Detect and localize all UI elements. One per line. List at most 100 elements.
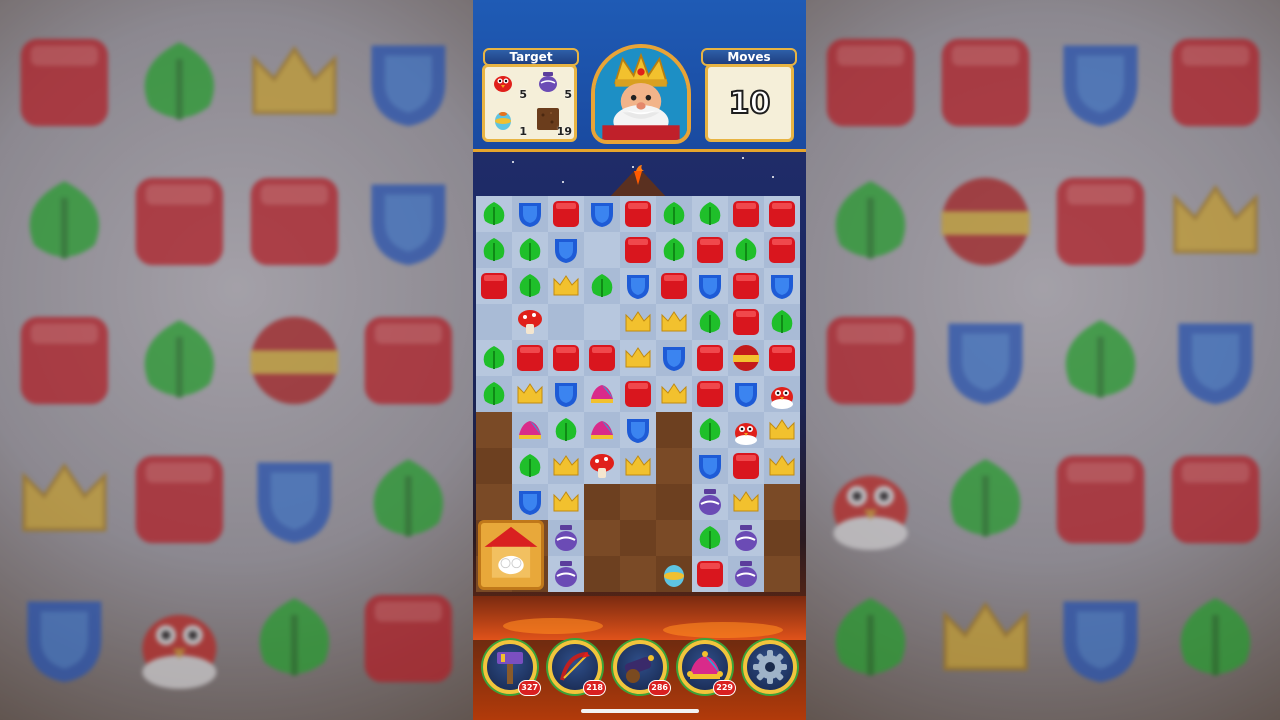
board-cell[interactable] bbox=[764, 448, 800, 484]
board-cell[interactable] bbox=[764, 340, 800, 376]
board-cell[interactable] bbox=[584, 412, 620, 448]
board-cell[interactable] bbox=[620, 340, 656, 376]
board-cell[interactable] bbox=[548, 304, 584, 340]
board-cell[interactable] bbox=[656, 376, 692, 412]
board-cell[interactable] bbox=[692, 448, 728, 484]
board-cell[interactable] bbox=[764, 304, 800, 340]
hammer-booster-button[interactable]: 327 bbox=[483, 640, 541, 696]
board-cell[interactable] bbox=[584, 304, 620, 340]
board-cell[interactable] bbox=[476, 412, 512, 448]
board-cell[interactable] bbox=[728, 340, 764, 376]
board-cell[interactable] bbox=[476, 448, 512, 484]
board-cell[interactable] bbox=[584, 520, 620, 556]
board-cell[interactable] bbox=[620, 484, 656, 520]
board-cell[interactable] bbox=[692, 556, 728, 592]
board-cell[interactable] bbox=[620, 268, 656, 304]
board-cell[interactable] bbox=[512, 196, 548, 232]
board-cell[interactable] bbox=[548, 232, 584, 268]
board-cell[interactable] bbox=[728, 196, 764, 232]
board-cell[interactable] bbox=[548, 268, 584, 304]
board-cell[interactable] bbox=[548, 484, 584, 520]
board-cell[interactable] bbox=[584, 484, 620, 520]
board-cell[interactable] bbox=[476, 376, 512, 412]
board-cell[interactable] bbox=[692, 304, 728, 340]
board-cell[interactable] bbox=[548, 520, 584, 556]
board-cell[interactable] bbox=[728, 376, 764, 412]
board-cell[interactable] bbox=[728, 412, 764, 448]
board-cell[interactable] bbox=[692, 340, 728, 376]
board-cell[interactable] bbox=[476, 340, 512, 376]
board-cell[interactable] bbox=[764, 484, 800, 520]
board-cell[interactable] bbox=[692, 268, 728, 304]
board-cell[interactable] bbox=[764, 232, 800, 268]
board-cell[interactable] bbox=[548, 448, 584, 484]
board-cell[interactable] bbox=[476, 484, 512, 520]
board-cell[interactable] bbox=[656, 304, 692, 340]
board-cell[interactable] bbox=[548, 340, 584, 376]
board-cell[interactable] bbox=[476, 268, 512, 304]
board-cell[interactable] bbox=[692, 412, 728, 448]
board-cell[interactable] bbox=[476, 196, 512, 232]
board-cell[interactable] bbox=[512, 448, 548, 484]
board-cell[interactable] bbox=[584, 376, 620, 412]
board-cell[interactable] bbox=[692, 376, 728, 412]
board-cell[interactable] bbox=[512, 268, 548, 304]
board-cell[interactable] bbox=[728, 556, 764, 592]
board-cell[interactable] bbox=[476, 232, 512, 268]
board-cell[interactable] bbox=[764, 556, 800, 592]
board-cell[interactable] bbox=[656, 412, 692, 448]
board-cell[interactable] bbox=[548, 412, 584, 448]
board-cell[interactable] bbox=[512, 304, 548, 340]
board-cell[interactable] bbox=[620, 232, 656, 268]
board-cell[interactable] bbox=[764, 196, 800, 232]
board-cell[interactable] bbox=[584, 268, 620, 304]
board-cell[interactable] bbox=[620, 196, 656, 232]
board-cell[interactable] bbox=[728, 232, 764, 268]
board-cell[interactable] bbox=[620, 412, 656, 448]
board-cell[interactable] bbox=[728, 520, 764, 556]
board-cell[interactable] bbox=[620, 520, 656, 556]
board-cell[interactable] bbox=[512, 340, 548, 376]
board-cell[interactable] bbox=[512, 412, 548, 448]
board-cell[interactable] bbox=[656, 484, 692, 520]
board-cell[interactable] bbox=[692, 232, 728, 268]
settings-button[interactable] bbox=[743, 640, 797, 694]
board-cell[interactable] bbox=[692, 520, 728, 556]
board-cell[interactable] bbox=[512, 376, 548, 412]
board-cell[interactable] bbox=[476, 304, 512, 340]
board-cell[interactable] bbox=[728, 304, 764, 340]
board-cell[interactable] bbox=[584, 196, 620, 232]
game-board[interactable] bbox=[476, 196, 803, 598]
home-indicator[interactable] bbox=[581, 709, 699, 713]
jester-hat-booster-button[interactable]: 229 bbox=[678, 640, 736, 696]
board-cell[interactable] bbox=[692, 196, 728, 232]
board-cell[interactable] bbox=[548, 556, 584, 592]
board-cell[interactable] bbox=[728, 448, 764, 484]
board-cell[interactable] bbox=[656, 556, 692, 592]
board-cell[interactable] bbox=[764, 412, 800, 448]
board-cell[interactable] bbox=[764, 520, 800, 556]
board-cell[interactable] bbox=[620, 304, 656, 340]
board-cell[interactable] bbox=[548, 196, 584, 232]
cannon-booster-button[interactable]: 286 bbox=[613, 640, 671, 696]
board-cell[interactable] bbox=[656, 448, 692, 484]
board-cell[interactable] bbox=[620, 556, 656, 592]
board-cell[interactable] bbox=[764, 376, 800, 412]
board-cell[interactable] bbox=[584, 232, 620, 268]
board-cell[interactable] bbox=[512, 232, 548, 268]
board-cell[interactable] bbox=[620, 448, 656, 484]
arrow-booster-button[interactable]: 218 bbox=[548, 640, 606, 696]
board-cell[interactable] bbox=[584, 556, 620, 592]
board-cell[interactable] bbox=[692, 484, 728, 520]
board-cell[interactable] bbox=[584, 448, 620, 484]
board-cell[interactable] bbox=[656, 196, 692, 232]
board-cell[interactable] bbox=[656, 232, 692, 268]
board-cell[interactable] bbox=[728, 484, 764, 520]
board-cell[interactable] bbox=[548, 376, 584, 412]
board-cell[interactable] bbox=[584, 340, 620, 376]
board-cell[interactable] bbox=[620, 376, 656, 412]
board-cell[interactable] bbox=[728, 268, 764, 304]
board-cell[interactable] bbox=[512, 484, 548, 520]
board-cell[interactable] bbox=[764, 268, 800, 304]
board-cell[interactable] bbox=[656, 520, 692, 556]
